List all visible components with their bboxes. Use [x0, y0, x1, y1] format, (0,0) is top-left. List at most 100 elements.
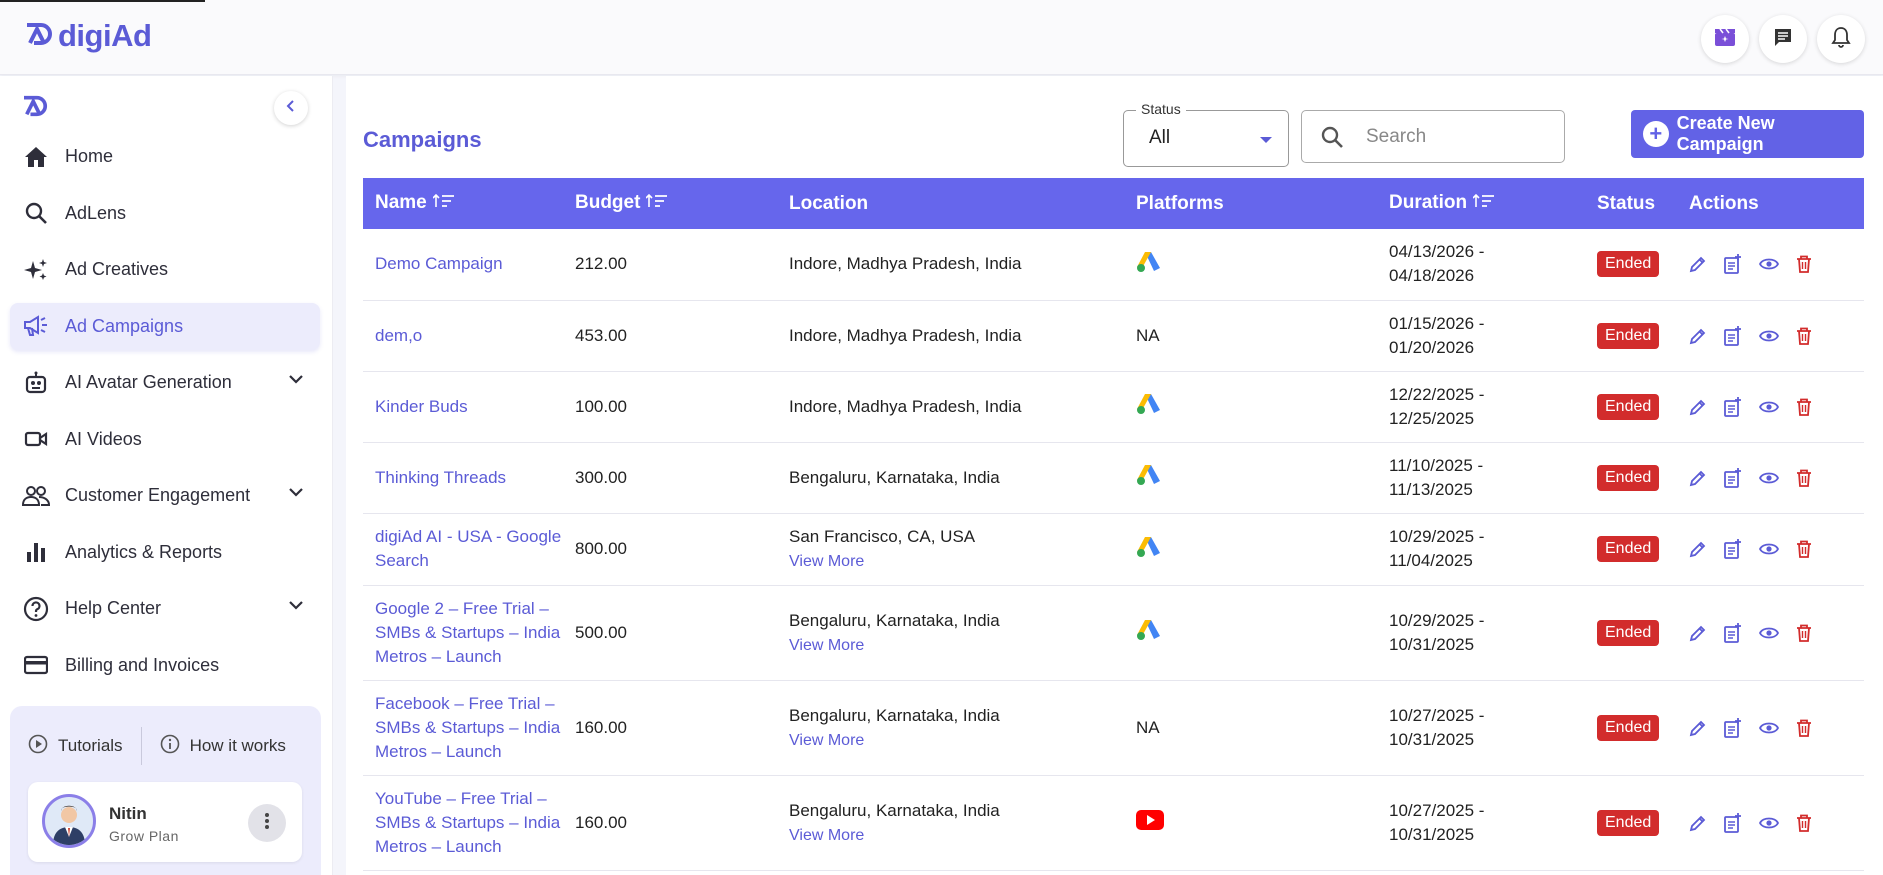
campaign-platforms	[1124, 371, 1377, 442]
edit-icon[interactable]	[1689, 469, 1707, 487]
user-menu-button[interactable]	[248, 804, 286, 842]
campaign-name-link[interactable]: Demo Campaign	[363, 229, 563, 300]
edit-icon[interactable]	[1689, 624, 1707, 642]
collapse-sidebar-button[interactable]	[274, 91, 308, 125]
status-badge: Ended	[1597, 464, 1660, 491]
add-note-icon[interactable]	[1724, 254, 1742, 275]
sort-icon[interactable]	[645, 192, 668, 214]
view-icon[interactable]	[1759, 329, 1779, 343]
edit-icon[interactable]	[1689, 327, 1707, 345]
view-more-link[interactable]: View More	[789, 732, 1124, 750]
delete-icon[interactable]	[1796, 255, 1812, 274]
table-row[interactable]: dem,o 453.00 Indore, Madhya Pradesh, India…	[363, 300, 1864, 371]
table-row[interactable]: YouTube – Free Trial – SMBs & Startups –…	[363, 775, 1864, 870]
campaign-budget: 160.00	[575, 717, 627, 737]
add-note-icon[interactable]	[1724, 539, 1742, 559]
table-row[interactable]: Demo Campaign 212.00 Indore, Madhya Prades…	[363, 229, 1864, 300]
sort-icon[interactable]	[1472, 192, 1495, 214]
google-ads-icon	[1136, 465, 1162, 491]
sidebar-item-billing-invoices[interactable]: Billing and Invoices	[10, 642, 320, 689]
sidebar-item-home[interactable]: Home	[10, 133, 320, 180]
delete-icon[interactable]	[1796, 624, 1812, 642]
campaign-platforms	[1124, 513, 1377, 585]
add-note-icon[interactable]	[1724, 467, 1742, 488]
delete-icon[interactable]	[1796, 469, 1812, 487]
view-icon[interactable]	[1759, 816, 1779, 830]
table-row[interactable]: Thinking Threads 300.00 Bengaluru, Karnata…	[363, 442, 1864, 513]
add-note-icon[interactable]	[1724, 717, 1742, 738]
sidebar-item-ad-creatives[interactable]: Ad Creatives	[10, 246, 320, 293]
messages-button[interactable]	[1759, 15, 1807, 63]
user-card[interactable]: Nitin Grow Plan	[28, 782, 302, 862]
view-more-link[interactable]: View More	[789, 637, 1124, 655]
delete-icon[interactable]	[1796, 814, 1812, 832]
studio-button[interactable]	[1701, 15, 1749, 63]
campaign-name-link[interactable]: YouTube – Free Trial – SMBs & Startups –…	[363, 775, 563, 870]
delete-icon[interactable]	[1796, 398, 1812, 416]
view-icon[interactable]	[1759, 257, 1779, 271]
duration-end: 10/31/2025	[1389, 634, 1475, 654]
column-header-budget[interactable]: Budget	[563, 178, 777, 229]
tutorials-link[interactable]: Tutorials	[28, 734, 123, 759]
search-input[interactable]	[1366, 123, 1546, 151]
delete-icon[interactable]	[1796, 327, 1812, 345]
campaign-name-link[interactable]: Facebook – Free Trial – SMBs & Startups …	[363, 680, 563, 775]
chevron-down-icon[interactable]	[288, 371, 304, 392]
view-icon[interactable]	[1759, 542, 1779, 556]
campaign-location: Indore, Madhya Pradesh, India	[789, 325, 1022, 345]
sidebar-item-help-center[interactable]: Help Center	[10, 585, 320, 632]
create-new-campaign-button[interactable]: + Create New Campaign	[1631, 110, 1864, 158]
view-icon[interactable]	[1759, 626, 1779, 640]
view-icon[interactable]	[1759, 721, 1779, 735]
edit-icon[interactable]	[1689, 814, 1707, 832]
duration-start: 01/15/2026 -	[1389, 313, 1485, 333]
sidebar-item-ai-videos[interactable]: AI Videos	[10, 416, 320, 463]
add-note-icon[interactable]	[1724, 622, 1742, 643]
view-icon[interactable]	[1759, 400, 1779, 414]
chevron-down-icon[interactable]	[288, 484, 304, 505]
sidebar-item-ad-campaigns[interactable]: Ad Campaigns	[10, 302, 320, 350]
search-field[interactable]	[1301, 110, 1565, 163]
brand-name: digiAd	[58, 18, 152, 53]
campaign-name-link[interactable]: digiAd AI - USA - Google Search	[363, 513, 563, 585]
sidebar-item-adlens[interactable]: AdLens	[10, 190, 320, 237]
sidebar-item-customer-engagement[interactable]: Customer Engagement	[10, 472, 320, 519]
campaign-location: Bengaluru, Karnataka, India	[789, 705, 1000, 725]
campaign-name-link[interactable]: Google 2 – Free Trial – SMBs & Startups …	[363, 585, 563, 680]
edit-icon[interactable]	[1689, 719, 1707, 737]
view-more-link[interactable]: View More	[789, 553, 1124, 571]
add-note-icon[interactable]	[1724, 812, 1742, 833]
table-row[interactable]: Facebook – Free Trial – SMBs & Startups …	[363, 680, 1864, 775]
add-note-icon[interactable]	[1724, 396, 1742, 417]
add-note-icon[interactable]	[1724, 325, 1742, 346]
campaign-name-link[interactable]: Kinder Buds	[363, 371, 563, 442]
how-it-works-link[interactable]: How it works	[160, 734, 286, 759]
sidebar-item-label: Ad Creatives	[65, 259, 169, 279]
edit-icon[interactable]	[1689, 398, 1707, 416]
sidebar-item-analytics-reports[interactable]: Analytics & Reports	[10, 529, 320, 576]
user-plan: Grow Plan	[109, 828, 179, 844]
edit-icon[interactable]	[1689, 540, 1707, 558]
sidebar-item-ai-avatar-generation[interactable]: AI Avatar Generation	[10, 359, 320, 406]
notifications-button[interactable]	[1817, 15, 1865, 63]
edit-icon[interactable]	[1689, 255, 1707, 273]
campaign-name-link[interactable]: dem,o	[363, 300, 563, 371]
campaign-budget: 300.00	[575, 467, 627, 487]
chevron-down-icon[interactable]	[288, 597, 304, 618]
table-row[interactable]: digiAd AI - USA - Google Search 800.00 San…	[363, 513, 1864, 585]
status-filter-select[interactable]: Status All	[1123, 101, 1289, 167]
sort-icon[interactable]	[432, 192, 455, 214]
delete-icon[interactable]	[1796, 719, 1812, 737]
column-header-name[interactable]: Name	[363, 178, 563, 229]
delete-icon[interactable]	[1796, 540, 1812, 558]
campaign-name-link[interactable]: Thinking Threads	[363, 442, 563, 513]
table-row[interactable]: Google 2 – Free Trial – SMBs & Startups …	[363, 585, 1864, 680]
column-header-duration[interactable]: Duration	[1377, 178, 1585, 229]
view-more-link[interactable]: View More	[789, 827, 1124, 845]
table-row[interactable]: Kinder Buds 100.00 Indore, Madhya Pradesh,…	[363, 371, 1864, 442]
campaign-location-cell: Indore, Madhya Pradesh, India	[777, 300, 1124, 371]
campaign-duration: 01/15/2026 - 01/20/2026	[1377, 300, 1585, 371]
status-badge: Ended	[1597, 536, 1660, 562]
brand-logo[interactable]: digiAd	[24, 18, 152, 54]
view-icon[interactable]	[1759, 471, 1779, 485]
